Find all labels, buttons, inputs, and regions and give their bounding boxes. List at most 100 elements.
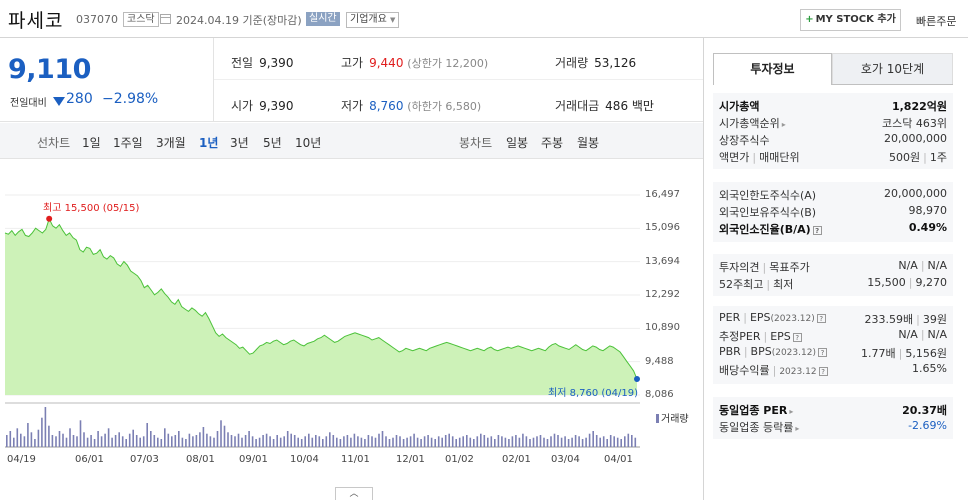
tab-investment-info[interactable]: 투자정보 <box>713 53 832 85</box>
volume-bar <box>255 439 257 447</box>
row-key-2: EPS <box>749 311 771 324</box>
volume-bar <box>216 431 219 447</box>
volume-bar <box>430 437 433 447</box>
info-row: 외국인한도주식수(A) 20,000,000 <box>713 185 953 202</box>
period-1w[interactable]: 1주일 <box>113 134 143 151</box>
volume-bar <box>13 437 15 447</box>
volume-bar <box>497 435 500 447</box>
candle-monthly[interactable]: 월봉 <box>577 134 599 151</box>
volume-bar <box>199 432 201 447</box>
volume-bar <box>511 436 514 447</box>
period-10y[interactable]: 10년 <box>295 134 321 151</box>
volume-bar <box>613 436 615 447</box>
volume-bar <box>595 435 598 447</box>
candle-daily[interactable]: 일봉 <box>506 134 528 151</box>
volume-bar <box>350 437 352 447</box>
volume-bar <box>293 435 296 447</box>
volume-bar <box>269 436 271 447</box>
high-value: 9,440 <box>369 56 404 70</box>
realtime-button[interactable]: 실시간 <box>306 12 340 26</box>
price-chart[interactable]: 16,497 15,096 13,694 12,292 10,890 9,488… <box>0 160 703 490</box>
volume-bar <box>490 436 493 447</box>
help-icon[interactable]: ? <box>817 348 827 357</box>
help-icon[interactable]: ? <box>792 333 802 342</box>
volume-bar <box>195 435 198 447</box>
volume-bar <box>128 433 131 447</box>
help-icon[interactable]: ? <box>812 226 822 235</box>
volume-bar <box>206 433 208 447</box>
volume-bar <box>560 437 563 447</box>
candle-weekly[interactable]: 주봉 <box>541 134 563 151</box>
volume-bar <box>574 435 577 447</box>
row-key-2: 최저 <box>773 278 794 291</box>
period-5y[interactable]: 5년 <box>263 134 282 151</box>
y-tick: 16,497 <box>645 189 680 200</box>
volume-bar <box>364 439 366 447</box>
volume-bar <box>606 439 608 447</box>
volume-value: 53,126 <box>594 56 637 70</box>
volume-bar <box>27 423 29 447</box>
help-icon[interactable]: ? <box>818 367 828 376</box>
open-value: 9,390 <box>259 99 294 113</box>
x-tick: 10/04 <box>290 454 319 465</box>
volume-bar <box>420 439 422 447</box>
caret-down-icon: ▼ <box>390 16 396 24</box>
volume-bar <box>20 433 22 447</box>
trade-amount: 거래대금 486 백만 <box>555 97 654 114</box>
tab-orderbook-10[interactable]: 호가 10단계 <box>832 53 953 85</box>
period-1d[interactable]: 1일 <box>82 134 101 151</box>
volume-bar <box>100 436 103 447</box>
volume-bar <box>241 437 243 447</box>
volume-bar <box>69 428 71 447</box>
candle-chart-label: 봉차트 <box>459 136 493 150</box>
period-1y[interactable]: 1년 <box>199 134 218 151</box>
volume-bar <box>609 435 612 447</box>
x-tick: 12/01 <box>396 454 425 465</box>
volume-bar <box>518 437 521 447</box>
row-key-2: 매매단위 <box>759 151 800 164</box>
period-3m[interactable]: 3개월 <box>156 134 186 151</box>
row-key-note: 2023.12 <box>779 367 817 377</box>
row-value: 15,500 <box>867 276 906 289</box>
volume-bar <box>9 431 12 447</box>
period-bar: 선차트 1일 1주일 3개월 1년 3년 5년 10년 봉차트 일봉 주봉 월봉 <box>0 123 703 159</box>
volume-bar <box>434 439 436 447</box>
x-tick: 01/02 <box>445 454 474 465</box>
quick-order-link[interactable]: 빠른주문 <box>916 13 956 29</box>
period-3y[interactable]: 3년 <box>230 134 249 151</box>
volume-bar <box>620 439 622 447</box>
volume-bar <box>251 436 254 447</box>
volume-bar <box>336 437 338 447</box>
volume-bar <box>311 437 314 447</box>
volume-bar <box>308 433 310 447</box>
volume-bar <box>6 435 8 447</box>
my-stock-add-button[interactable]: + MY STOCK 추가 <box>800 9 901 31</box>
volume-bar <box>385 436 387 447</box>
volume-bar <box>437 436 440 447</box>
volume-bar <box>276 435 278 447</box>
company-info-dropdown[interactable]: 기업개요 ▼ <box>346 12 400 28</box>
volume-bar <box>357 436 359 447</box>
company-info-label: 기업개요 <box>350 14 387 25</box>
open-label: 시가 <box>231 99 254 113</box>
volume-bar <box>381 431 384 447</box>
volume-bar <box>416 437 419 447</box>
info-row: 투자의견 | 목표주가 N/A | N/A <box>719 259 947 274</box>
volume-bar <box>188 433 191 447</box>
stock-code: 037070 <box>76 13 118 26</box>
volume-bar <box>279 437 282 447</box>
volume-bar <box>494 439 496 447</box>
summary-row-divider <box>214 79 703 80</box>
help-icon[interactable]: ? <box>816 314 826 323</box>
volume-bar <box>93 439 96 447</box>
row-value-2: 39원 <box>922 313 947 326</box>
volume-bar <box>360 437 363 447</box>
volume-bar <box>329 432 331 447</box>
volume-bar <box>332 435 335 447</box>
volume-bar <box>451 436 454 447</box>
chart-collapse-toggle[interactable]: ︿ <box>335 487 373 500</box>
row-key: 52주최고 <box>719 278 764 291</box>
volume-bar <box>304 436 306 447</box>
volume-bar <box>413 433 415 447</box>
info-row: PBR | BPS(2023.12)? 1.77배 | 5,156원 <box>719 345 947 360</box>
